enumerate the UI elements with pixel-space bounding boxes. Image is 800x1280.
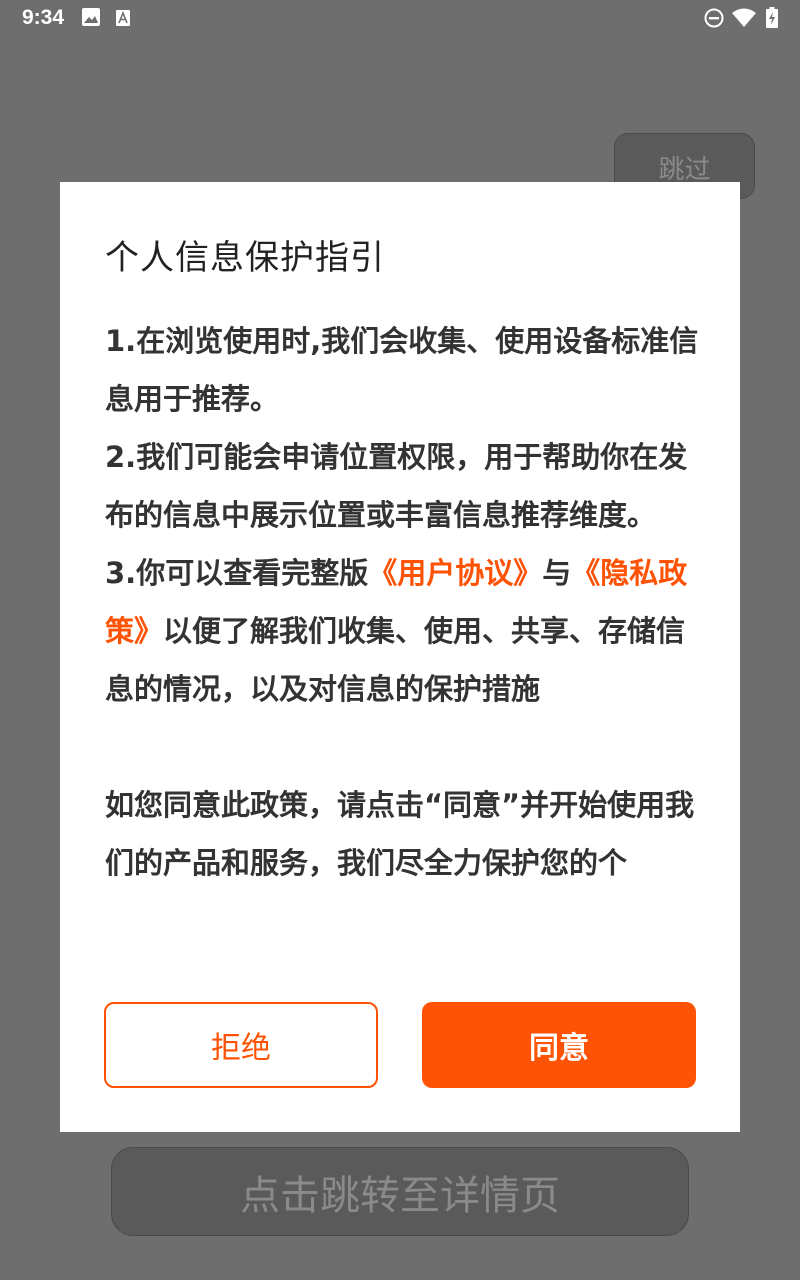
- dnd-icon: [704, 8, 724, 28]
- user-agreement-link[interactable]: 《用户协议》: [368, 556, 542, 590]
- image-icon: [82, 8, 100, 26]
- consent-paragraph: 如您同意此政策，请点击“同意”并开始使用我们的产品和服务，我们尽全力保护您的个: [105, 788, 695, 880]
- policy-item-3-and: 与: [542, 556, 572, 590]
- policy-item-2: 2.我们可能会申请位置权限，用于帮助你在发布的信息中展示位置或丰富信息推荐维度。: [105, 440, 688, 532]
- reject-button[interactable]: 拒绝: [104, 1002, 378, 1088]
- wifi-icon: [732, 8, 756, 27]
- policy-item-3-prefix: 3.你可以查看完整版: [105, 556, 369, 590]
- dialog-body[interactable]: 1.在浏览使用时,我们会收集、使用设备标准信息用于推荐。 2.我们可能会申请位置…: [105, 312, 700, 942]
- policy-item-1: 1.在浏览使用时,我们会收集、使用设备标准信息用于推荐。: [105, 324, 699, 416]
- battery-charging-icon: [766, 7, 778, 28]
- privacy-dialog: 个人信息保护指引 1.在浏览使用时,我们会收集、使用设备标准信息用于推荐。 2.…: [60, 182, 740, 1132]
- detail-page-button[interactable]: 点击跳转至详情页: [111, 1147, 689, 1236]
- policy-item-3: 3.你可以查看完整版《用户协议》与《隐私政策》以便了解我们收集、使用、共享、存储…: [105, 544, 700, 718]
- status-bar: 9:34: [0, 0, 800, 36]
- status-time: 9:34: [22, 6, 65, 29]
- a-notification-icon: [116, 10, 130, 26]
- agree-button[interactable]: 同意: [422, 1002, 696, 1088]
- policy-item-3-suffix: 以便了解我们收集、使用、共享、存储信息的情况，以及对信息的保护措施: [105, 614, 686, 706]
- dialog-title: 个人信息保护指引: [105, 238, 385, 278]
